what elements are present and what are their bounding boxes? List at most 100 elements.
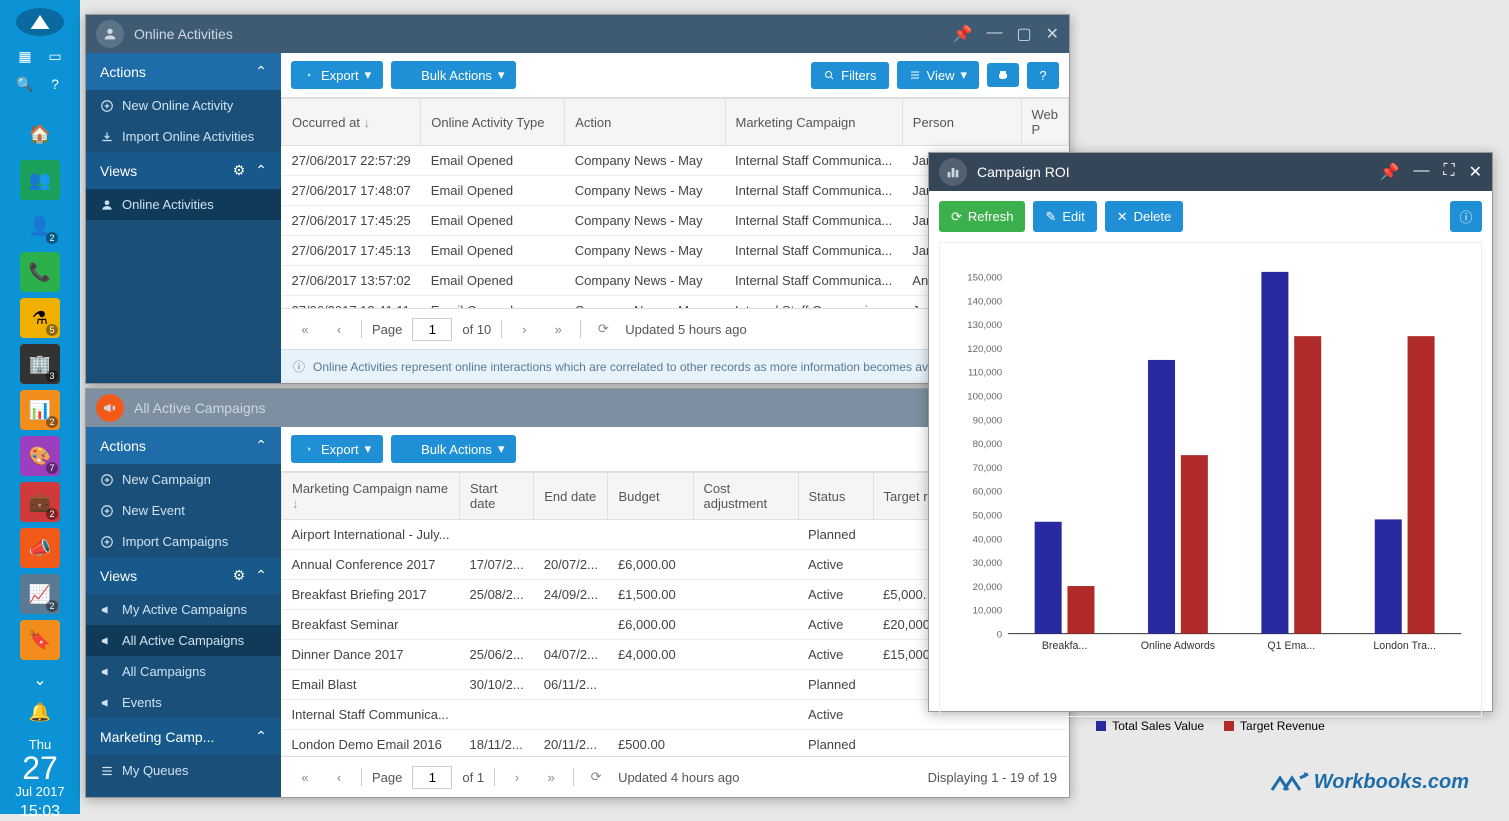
svg-text:Online Adwords: Online Adwords	[1141, 640, 1215, 652]
app-logo[interactable]	[16, 8, 64, 36]
bulk-actions-button[interactable]: Bulk Actions▾	[391, 61, 516, 89]
last-page-button[interactable]: »	[539, 765, 563, 789]
views-header[interactable]: Views ⚙⌃	[86, 557, 281, 594]
window-titlebar[interactable]: Online Activities 📌 — ▢ ✕	[86, 15, 1069, 53]
actions-header[interactable]: Actions⌃	[86, 53, 281, 90]
panel-item[interactable]: My Queues	[86, 755, 281, 786]
next-page-button[interactable]: ›	[505, 765, 529, 789]
panel-item[interactable]: All Active Campaigns	[86, 625, 281, 656]
help-button[interactable]: ?	[1027, 62, 1059, 89]
column-header[interactable]: Marketing Campaign	[725, 99, 902, 146]
chart-toolbar: ⟳ Refresh ✎ Edit ✕ Delete ⓘ	[939, 201, 1482, 232]
svg-text:London Tra...: London Tra...	[1373, 640, 1436, 652]
page-input[interactable]	[412, 318, 452, 341]
column-header[interactable]: Occurred at ↓	[282, 99, 421, 146]
dock-expand-chevron[interactable]: ⌄	[33, 670, 46, 690]
side-panel: Actions⌃ New Online ActivityImport Onlin…	[86, 53, 281, 383]
info-button[interactable]: ⓘ	[1450, 201, 1482, 232]
views-header[interactable]: Views ⚙⌃	[86, 152, 281, 189]
window-titlebar[interactable]: All Active Campaigns	[86, 389, 1069, 427]
gear-icon[interactable]: ⚙	[233, 162, 246, 179]
filters-button[interactable]: Filters	[811, 62, 888, 89]
dock-window-icon[interactable]: ▭	[45, 46, 65, 66]
svg-text:60,000: 60,000	[973, 487, 1002, 498]
panel-item[interactable]: Import Online Activities	[86, 121, 281, 152]
column-header[interactable]: Action	[565, 99, 725, 146]
chart-bar	[1408, 336, 1435, 633]
prev-page-button[interactable]: ‹	[327, 317, 351, 341]
maximize-icon[interactable]: ▢	[1016, 24, 1031, 44]
panel-item[interactable]: Events	[86, 687, 281, 718]
column-header[interactable]: Status	[798, 473, 873, 520]
export-button[interactable]: Export▾	[291, 435, 383, 463]
actions-header[interactable]: Actions⌃	[86, 427, 281, 464]
prev-page-button[interactable]: ‹	[327, 765, 351, 789]
panel-item[interactable]: Import Campaigns	[86, 526, 281, 557]
dock-megaphone-button[interactable]: 📣	[20, 528, 60, 568]
marketing-header[interactable]: Marketing Camp...⌃	[86, 718, 281, 755]
delete-button[interactable]: ✕ Delete	[1105, 201, 1183, 232]
page-input[interactable]	[412, 766, 452, 789]
panel-item[interactable]: New Online Activity	[86, 90, 281, 121]
close-icon[interactable]: ✕	[1469, 162, 1482, 182]
column-header[interactable]: Budget	[608, 473, 693, 520]
refresh-icon[interactable]: ⟳	[584, 765, 608, 789]
bar-chart-icon	[939, 158, 967, 186]
column-header[interactable]: Online Activity Type	[421, 99, 565, 146]
dock-search-icon[interactable]: 🔍	[15, 74, 35, 94]
column-header[interactable]: End date	[534, 473, 608, 520]
next-page-button[interactable]: ›	[512, 317, 536, 341]
pin-icon[interactable]: 📌	[1379, 162, 1399, 182]
watermark-logo: Workbooks.com	[1270, 770, 1469, 794]
panel-item[interactable]: Online Activities	[86, 189, 281, 220]
maximize-icon[interactable]: ⛶	[1443, 162, 1454, 182]
dock-palette-button[interactable]: 🎨7	[20, 436, 60, 476]
online-activities-window: Online Activities 📌 — ▢ ✕ Actions⌃ New O…	[85, 14, 1070, 384]
dock-report-chart-button[interactable]: 📈2	[20, 574, 60, 614]
dock-funnel-button[interactable]: ⚗5	[20, 298, 60, 338]
dock-phone-button[interactable]: 📞	[20, 252, 60, 292]
refresh-button[interactable]: ⟳ Refresh	[939, 201, 1025, 232]
edit-button[interactable]: ✎ Edit	[1033, 201, 1096, 232]
minimize-icon[interactable]: —	[1413, 162, 1429, 182]
window-titlebar[interactable]: Campaign ROI 📌 — ⛶ ✕	[929, 153, 1492, 191]
bulk-actions-button[interactable]: Bulk Actions▾	[391, 435, 516, 463]
export-button[interactable]: Export▾	[291, 61, 383, 89]
chart-bar	[1067, 586, 1094, 634]
panel-item[interactable]: My Active Campaigns	[86, 594, 281, 625]
last-page-button[interactable]: »	[546, 317, 570, 341]
dock-briefcase-button[interactable]: 💼2	[20, 482, 60, 522]
first-page-button[interactable]: «	[293, 317, 317, 341]
refresh-icon[interactable]: ⟳	[591, 317, 615, 341]
dock-home-button[interactable]: 🏠	[20, 114, 60, 154]
user-icon	[96, 20, 124, 48]
dock-contacts-button[interactable]: 👥	[20, 160, 60, 200]
dock-help-icon[interactable]: ?	[45, 74, 65, 94]
column-header[interactable]: Start date	[460, 473, 534, 520]
chart-bar	[1375, 519, 1402, 633]
close-icon[interactable]: ✕	[1046, 24, 1059, 44]
dock-grid-icon[interactable]: ▦	[15, 46, 35, 66]
dock-people-button[interactable]: 👤2	[20, 206, 60, 246]
dock-notifications-icon[interactable]: 🔔	[29, 702, 51, 723]
dock-buildings-button[interactable]: 🏢3	[20, 344, 60, 384]
chart-legend: Total Sales ValueTarget Revenue	[950, 719, 1471, 734]
panel-item[interactable]: New Campaign	[86, 464, 281, 495]
view-button[interactable]: View▾	[897, 61, 979, 89]
window-title: Online Activities	[134, 26, 953, 42]
column-header[interactable]: Marketing Campaign name ↓	[282, 473, 460, 520]
dock-bookmark-button[interactable]: 🔖	[20, 620, 60, 660]
pin-icon[interactable]: 📌	[953, 24, 973, 44]
panel-item[interactable]: All Campaigns	[86, 656, 281, 687]
column-header[interactable]: Web P	[1021, 99, 1069, 146]
dock-bar-chart-button[interactable]: 📊2	[20, 390, 60, 430]
column-header[interactable]: Cost adjustment	[693, 473, 798, 520]
minimize-icon[interactable]: —	[986, 24, 1002, 44]
svg-text:110,000: 110,000	[968, 368, 1002, 379]
chart-bar	[1181, 455, 1208, 633]
first-page-button[interactable]: «	[293, 765, 317, 789]
panel-item[interactable]: New Event	[86, 495, 281, 526]
print-button[interactable]	[987, 63, 1019, 87]
column-header[interactable]: Person	[902, 99, 1021, 146]
gear-icon[interactable]: ⚙	[233, 567, 246, 584]
